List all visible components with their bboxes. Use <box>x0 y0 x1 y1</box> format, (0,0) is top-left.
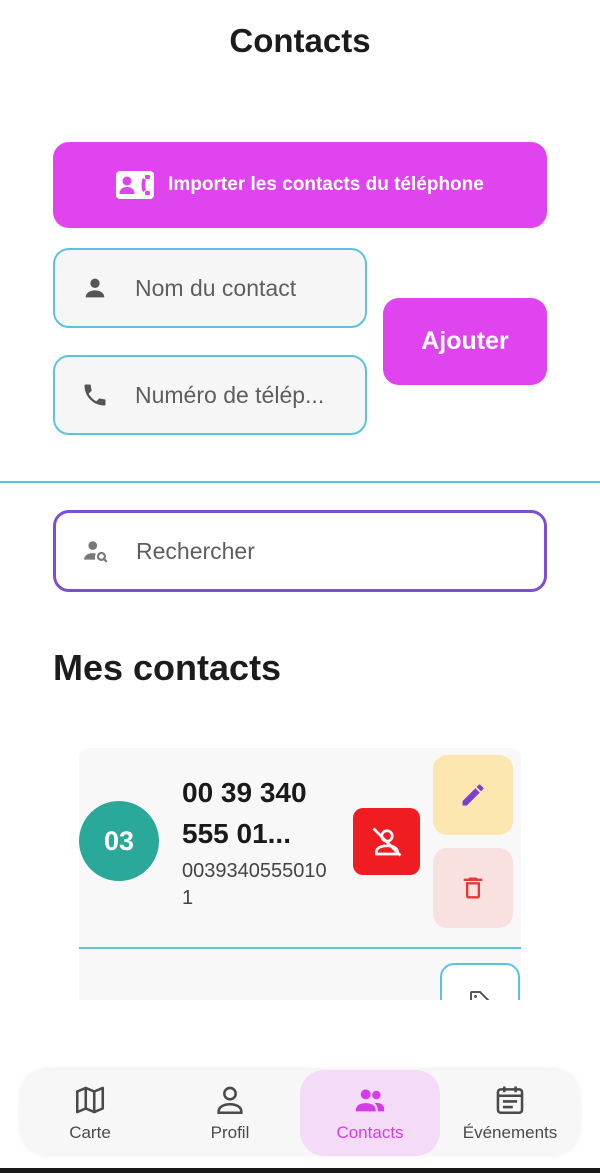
nav-label-evenements: Événements <box>462 1123 558 1142</box>
person-off-icon <box>372 827 401 856</box>
nav-item-evenements[interactable]: Événements <box>440 1070 580 1156</box>
calendar-icon <box>496 1086 524 1115</box>
contact-card-phone-icon <box>116 171 155 199</box>
delete-contact-button[interactable] <box>433 848 513 928</box>
edit-contact-button[interactable] <box>433 755 513 835</box>
add-contact-button[interactable]: Ajouter <box>383 298 547 385</box>
nav-item-carte[interactable]: Carte <box>20 1070 160 1156</box>
import-contacts-label: Importer les contacts du téléphone <box>168 174 484 195</box>
home-indicator <box>0 1168 600 1173</box>
phone-number-input[interactable] <box>135 381 350 409</box>
pencil-icon <box>462 784 484 806</box>
tag-button[interactable] <box>440 963 520 1000</box>
search-input[interactable] <box>136 537 516 565</box>
section-title: Mes contacts <box>53 647 282 688</box>
phone-number-field[interactable] <box>53 355 367 435</box>
bottom-navigation: Carte Profil Contacts Événements <box>20 1070 580 1156</box>
contact-card[interactable]: 03 00 39 340 555 01... 00393405550101 <box>79 748 521 1000</box>
profile-icon <box>217 1086 243 1115</box>
nav-label-contacts: Contacts <box>336 1123 404 1142</box>
tag-icon <box>470 991 490 1000</box>
import-contacts-button[interactable]: Importer les contacts du téléphone <box>53 142 547 228</box>
trash-icon <box>463 877 483 899</box>
contact-name: 00 39 340 555 01... <box>182 777 307 849</box>
contact-name-field[interactable] <box>53 248 367 328</box>
person-search-icon <box>56 538 136 564</box>
contact-number: 00393405550101 <box>182 860 327 909</box>
block-contact-button[interactable] <box>353 808 420 875</box>
page-title: Contacts <box>229 22 371 59</box>
map-icon <box>75 1086 105 1114</box>
nav-label-carte: Carte <box>69 1123 111 1142</box>
avatar: 03 <box>79 801 159 881</box>
search-field[interactable] <box>53 510 547 592</box>
nav-label-profil: Profil <box>210 1123 250 1142</box>
divider <box>0 481 600 483</box>
nav-item-profil[interactable]: Profil <box>160 1070 300 1156</box>
contacts-list[interactable]: 03 00 39 340 555 01... 00393405550101 <box>79 748 521 1000</box>
contact-name-input[interactable] <box>135 274 350 302</box>
card-separator <box>79 947 521 949</box>
nav-item-contacts[interactable]: Contacts <box>300 1070 440 1156</box>
phone-icon <box>55 381 135 409</box>
person-icon <box>55 274 135 302</box>
group-icon <box>355 1089 385 1112</box>
